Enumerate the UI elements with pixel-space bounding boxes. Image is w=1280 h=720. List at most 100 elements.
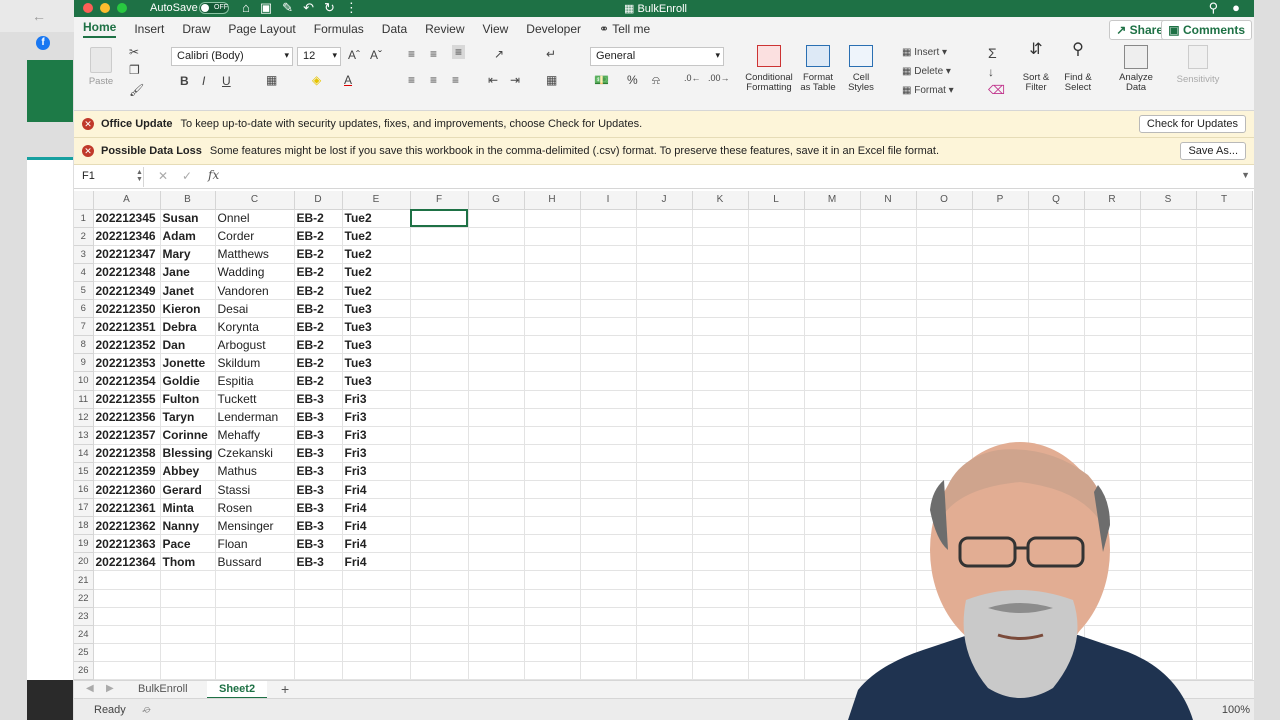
- next-sheet-icon[interactable]: ▶: [106, 683, 114, 694]
- cell[interactable]: [860, 245, 917, 264]
- cell[interactable]: [410, 534, 469, 554]
- cell[interactable]: [468, 570, 525, 590]
- cell[interactable]: [748, 462, 805, 482]
- cell[interactable]: Desai: [215, 299, 295, 319]
- cell[interactable]: [1028, 281, 1085, 301]
- cell[interactable]: [972, 317, 1029, 337]
- align-bottom-icon[interactable]: ≡: [452, 45, 466, 59]
- cell[interactable]: [342, 643, 411, 662]
- cell[interactable]: EB-2: [294, 263, 343, 282]
- cell[interactable]: [410, 227, 469, 246]
- cell[interactable]: Czekanski: [215, 444, 295, 463]
- cell[interactable]: [410, 335, 469, 355]
- italic-icon[interactable]: I: [202, 74, 205, 88]
- cell[interactable]: [1084, 299, 1141, 319]
- cell[interactable]: [1196, 462, 1253, 482]
- cell[interactable]: Lenderman: [215, 408, 295, 427]
- cell[interactable]: [468, 281, 525, 301]
- cell[interactable]: [972, 371, 1029, 391]
- cell[interactable]: [1140, 390, 1197, 409]
- cell[interactable]: [580, 281, 637, 301]
- row-header[interactable]: 12: [74, 408, 94, 427]
- cell[interactable]: [636, 625, 693, 644]
- cell[interactable]: [1140, 227, 1197, 246]
- cell[interactable]: [972, 209, 1029, 228]
- cell[interactable]: [524, 317, 581, 337]
- cell[interactable]: [972, 408, 1029, 427]
- cell[interactable]: [1196, 534, 1253, 554]
- cell[interactable]: Fri3: [342, 408, 411, 427]
- decrease-decimal-icon[interactable]: .00→: [708, 73, 730, 83]
- cell[interactable]: Tue2: [342, 245, 411, 264]
- cell[interactable]: [410, 444, 469, 463]
- cell[interactable]: [468, 227, 525, 246]
- cell[interactable]: [972, 245, 1029, 264]
- cell[interactable]: EB-3: [294, 534, 343, 554]
- row-header[interactable]: 10: [74, 371, 94, 391]
- column-header[interactable]: J: [636, 191, 693, 210]
- cell[interactable]: Floan: [215, 534, 295, 554]
- cell[interactable]: Mensinger: [215, 516, 295, 536]
- cell[interactable]: 202212356: [93, 408, 161, 427]
- cell[interactable]: [1140, 371, 1197, 391]
- cell[interactable]: 202212347: [93, 245, 161, 264]
- cell[interactable]: Dan: [160, 335, 216, 355]
- cell[interactable]: 202212359: [93, 462, 161, 482]
- paste-button[interactable]: Paste: [86, 47, 116, 87]
- cell[interactable]: [93, 625, 161, 644]
- cell[interactable]: [580, 335, 637, 355]
- cell[interactable]: [1140, 281, 1197, 301]
- cell[interactable]: [468, 589, 525, 608]
- cell[interactable]: [860, 390, 917, 409]
- cell[interactable]: [692, 534, 749, 554]
- cell[interactable]: [636, 390, 693, 409]
- cell[interactable]: [468, 552, 525, 572]
- cell[interactable]: [692, 589, 749, 608]
- cell[interactable]: [468, 390, 525, 409]
- cell[interactable]: [580, 426, 637, 445]
- cell[interactable]: [748, 390, 805, 409]
- cell[interactable]: [748, 299, 805, 319]
- cell[interactable]: [748, 570, 805, 590]
- format-cells-button[interactable]: ▦ Format ▾: [902, 85, 954, 96]
- cell[interactable]: [636, 281, 693, 301]
- delete-cells-button[interactable]: ▦ Delete ▾: [902, 66, 951, 77]
- fill-color-icon[interactable]: ◈: [312, 73, 321, 87]
- cut-icon[interactable]: ✂: [129, 45, 139, 59]
- cell[interactable]: [215, 607, 295, 626]
- decrease-font-icon[interactable]: Aˇ: [370, 48, 382, 62]
- row-header[interactable]: 26: [74, 661, 94, 680]
- cell[interactable]: [692, 299, 749, 319]
- cell[interactable]: [410, 281, 469, 301]
- column-header[interactable]: P: [972, 191, 1029, 210]
- cell[interactable]: [410, 209, 469, 228]
- check-for-updates-button[interactable]: Check for Updates: [1138, 115, 1246, 133]
- cell[interactable]: EB-3: [294, 498, 343, 518]
- cell[interactable]: Fri3: [342, 462, 411, 482]
- row-header[interactable]: 16: [74, 480, 94, 500]
- cell[interactable]: Mathus: [215, 462, 295, 482]
- cell[interactable]: [692, 444, 749, 463]
- cell[interactable]: [294, 589, 343, 608]
- tab-draw[interactable]: Draw: [182, 22, 210, 36]
- cell[interactable]: [1084, 408, 1141, 427]
- row-header[interactable]: 9: [74, 353, 94, 373]
- cell[interactable]: Mary: [160, 245, 216, 264]
- cell[interactable]: [1196, 299, 1253, 319]
- increase-decimal-icon[interactable]: .0←: [684, 73, 701, 83]
- cell[interactable]: EB-3: [294, 516, 343, 536]
- cell[interactable]: Taryn: [160, 408, 216, 427]
- cell[interactable]: [1028, 245, 1085, 264]
- comments-button[interactable]: ▣ Comments: [1161, 20, 1252, 40]
- cell[interactable]: Korynta: [215, 317, 295, 337]
- cell[interactable]: [1196, 408, 1253, 427]
- insert-function-button[interactable]: fx: [208, 168, 219, 182]
- cell[interactable]: Skildum: [215, 353, 295, 373]
- cell[interactable]: [1196, 552, 1253, 572]
- cell[interactable]: Jonette: [160, 353, 216, 373]
- cell[interactable]: [160, 661, 216, 680]
- cell[interactable]: [1196, 444, 1253, 463]
- cell[interactable]: [916, 227, 973, 246]
- cell[interactable]: [860, 317, 917, 337]
- cell[interactable]: [342, 661, 411, 680]
